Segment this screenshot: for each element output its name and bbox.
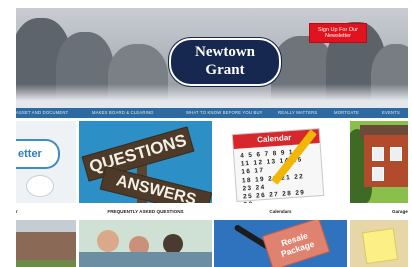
nav-item-3[interactable]: WHAT TO KNOW BEFORE YOU BUY	[186, 110, 263, 115]
main-nav: ASSET AND DOCUMENT MAKES BOARD & CLEARIN…	[16, 108, 408, 118]
newsletter-signup-button[interactable]: Sign Up For Our Newsletter	[309, 23, 367, 43]
tile-newsletter[interactable]: etter	[16, 121, 76, 203]
tile-notes[interactable]	[350, 220, 408, 267]
tile-calendars[interactable]: Calendar 4 5 6 7 8 9 10 11 12 13 14 15 1…	[214, 121, 347, 203]
tile-caption-calendars[interactable]: Calendars	[214, 209, 347, 214]
tile-caption-garage[interactable]: Garage	[392, 209, 408, 214]
person-image	[97, 230, 119, 252]
snow-ground	[16, 84, 408, 108]
note-icon	[361, 227, 399, 265]
lawn	[16, 260, 76, 267]
tile-caption-faq[interactable]: FREQUENTLY ASKED QUESTIONS	[79, 209, 212, 214]
newsletter-graphic-text: etter	[16, 139, 60, 169]
tile-caption-newsletter: r	[16, 209, 18, 214]
mouse-icon	[26, 175, 54, 197]
logo-line-1: Newtown	[195, 44, 255, 60]
nav-item-2[interactable]: MAKES BOARD & CLEARING	[92, 110, 154, 115]
person-image	[163, 234, 183, 254]
crowd-image	[79, 252, 212, 267]
house-window	[372, 147, 384, 161]
tile-community-photo[interactable]	[79, 220, 212, 267]
house-window	[390, 147, 402, 161]
house-image	[16, 232, 76, 262]
tile-house-photo[interactable]	[16, 220, 76, 267]
site-logo[interactable]: Newtown Grant	[169, 38, 281, 86]
logo-line-2: Grant	[205, 62, 245, 78]
tile-resale-package[interactable]: Resale Package	[214, 220, 347, 267]
answers-sign: ANSWERS	[99, 166, 212, 203]
nav-item-4[interactable]: REALLY MATTERS	[278, 110, 317, 115]
house-icon	[364, 135, 408, 187]
header-banner: Newtown Grant Sign Up For Our Newsletter	[16, 8, 408, 108]
nav-item-1[interactable]: ASSET AND DOCUMENT	[16, 110, 68, 115]
house-window	[372, 167, 384, 181]
nav-item-5[interactable]: MORTGATE	[334, 110, 359, 115]
resale-package-tag: Resale Package	[261, 220, 331, 267]
tile-faq[interactable]: QUESTIONS ANSWERS	[79, 121, 212, 203]
nav-item-6[interactable]: EVENTS	[382, 110, 400, 115]
tile-garage[interactable]	[350, 121, 408, 203]
